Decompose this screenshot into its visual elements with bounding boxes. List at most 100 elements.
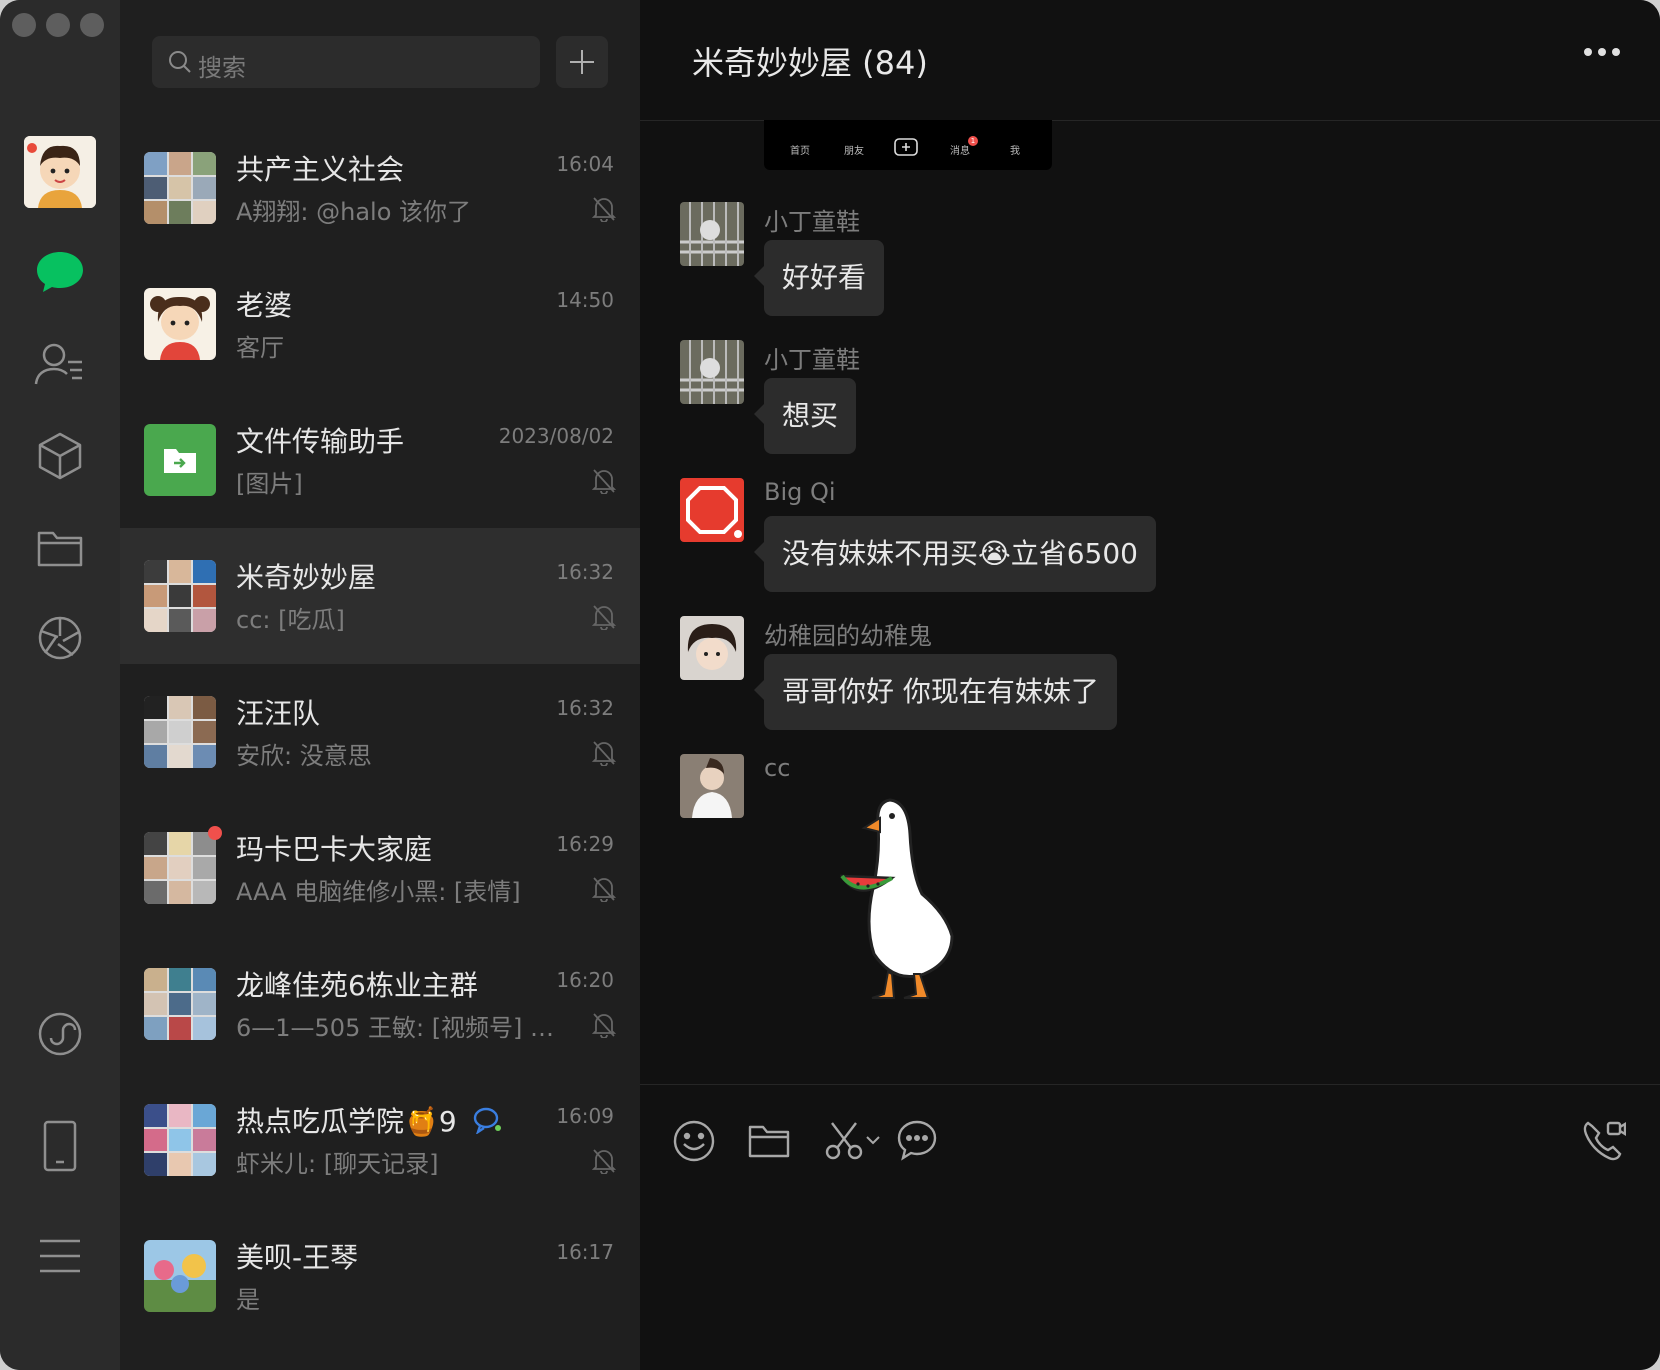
sender-name: 小丁童鞋 [764,346,860,374]
sender-avatar[interactable] [680,202,744,266]
left-rail [0,0,120,1370]
session-item[interactable]: 共产主义社会 16:04 A翔翔: @halo 该你了 [120,120,640,256]
session-list: 搜索 共产主义社会 16:04 A翔翔: @halo 该你了 老婆 14:50 … [120,0,640,1370]
search-input[interactable]: 搜索 [152,36,540,88]
message-bubble[interactable]: 哥哥你好 你现在有妹妹了 [754,654,1117,730]
unread-dot [208,826,222,840]
session-name: 热点吃瓜学院🍯9 [236,1105,457,1138]
session-preview: AAA 电脑维修小黑: [表情] [236,878,521,906]
mute-bell-icon [592,469,616,494]
mute-bell-icon [592,877,616,902]
menu-icon[interactable] [30,1226,90,1286]
sender-avatar[interactable] [680,478,744,542]
shared-screenshot-image[interactable]: 首页 朋友 消息 1 我 [764,120,1052,170]
session-time: 16:04 [556,152,614,176]
session-name: 龙峰佳苑6栋业主群 [236,969,478,1002]
contacts-icon[interactable] [30,334,90,394]
group-avatar [144,696,216,768]
mute-bell-icon [592,197,616,222]
screenshot-scissors-icon[interactable] [824,1121,864,1161]
contact-avatar [144,288,216,360]
phone-icon[interactable] [30,1116,90,1176]
sender-avatar[interactable] [680,616,744,680]
sender-avatar[interactable] [680,754,744,818]
voice-video-call-icon[interactable] [1582,1119,1626,1163]
sender-name: 幼稚园的幼稚鬼 [764,622,932,650]
session-preview: A翔翔: @halo 该你了 [236,198,472,226]
group-avatar [144,832,216,904]
session-time: 16:32 [556,560,614,584]
chat-header: 米奇妙妙屋 (84) [640,0,1660,121]
session-item[interactable]: 热点吃瓜学院🍯9 16:09 虾米儿: [聊天记录] [120,1072,640,1208]
group-avatar [144,968,216,1040]
session-preview: [图片] [236,470,303,498]
session-item[interactable]: 汪汪队 16:32 安欣: 没意思 [120,664,640,800]
message-input-area[interactable] [640,1084,1660,1370]
session-name: 老婆 [236,289,293,322]
goose-eating-watermelon-sticker[interactable] [834,794,964,1004]
sender-name: Big Qi [764,478,836,506]
send-file-icon[interactable] [748,1123,790,1159]
session-preview: 客厅 [236,334,284,362]
mute-bell-icon [592,1149,616,1174]
emoji-icon[interactable] [672,1119,716,1163]
more-options-button[interactable] [1584,48,1620,56]
chat-title: 米奇妙妙屋 (84) [692,44,928,82]
wechat-window: 搜索 共产主义社会 16:04 A翔翔: @halo 该你了 老婆 14:50 … [0,0,1660,1370]
session-preview: 虾米儿: [聊天记录] [236,1150,439,1178]
session-name: 文件传输助手 [236,425,405,458]
minimize-window-button[interactable] [46,13,70,37]
contact-avatar [144,1240,216,1312]
group-avatar [144,152,216,224]
sender-avatar[interactable] [680,340,744,404]
session-time: 16:09 [556,1104,614,1128]
files-icon[interactable] [30,518,90,578]
file-transfer-avatar [144,424,216,496]
session-time: 16:17 [556,1240,614,1264]
chat-panel: 米奇妙妙屋 (84) 首页 朋友 消息 1 我 小丁童鞋 好好看 小丁童鞋 想买 [640,0,1660,1370]
session-item[interactable]: 美呗-王琴 16:17 是 [120,1208,640,1344]
session-time: 14:50 [556,288,614,312]
search-placeholder: 搜索 [198,54,246,82]
message-bubble[interactable]: 没有妹妹不用买😭立省6500 [754,516,1156,592]
session-preview: 6—1—505 王敏: [视频号] 独… [236,1014,566,1042]
session-preview: 是 [236,1286,260,1314]
collections-icon[interactable] [30,426,90,486]
session-name: 美呗-王琴 [236,1241,359,1274]
chevron-down-icon[interactable] [866,1135,880,1145]
folder-arrow-icon [164,449,196,473]
session-item[interactable]: 龙峰佳苑6栋业主群 16:20 6—1—505 王敏: [视频号] 独… [120,936,640,1072]
search-icon [169,51,191,73]
session-time: 16:20 [556,968,614,992]
chat-history-icon[interactable] [896,1119,938,1161]
session-name: 米奇妙妙屋 [236,561,377,594]
group-avatar [144,560,216,632]
group-avatar [144,1104,216,1176]
plus-icon [570,50,594,74]
image-tab-label: 朋友 [844,146,864,157]
add-button[interactable] [556,36,608,88]
session-item[interactable]: 玛卡巴卡大家庭 16:29 AAA 电脑维修小黑: [表情] [120,800,640,936]
close-window-button[interactable] [12,13,36,37]
mute-bell-icon [592,605,616,630]
mini-programs-icon[interactable] [30,1004,90,1064]
session-time: 2023/08/02 [498,424,614,448]
image-tab-label: 我 [1010,146,1020,157]
plus-box-icon [894,138,918,156]
image-tab-label: 首页 [790,146,810,157]
message-bubble[interactable]: 好好看 [753,240,885,316]
moments-icon[interactable] [30,608,90,668]
sender-name: cc [764,754,791,782]
session-item[interactable]: 老婆 14:50 客厅 [120,256,640,392]
group-chat-badge-icon [473,1107,501,1134]
message-bubble[interactable]: 想买 [753,378,857,454]
session-item[interactable]: 文件传输助手 2023/08/02 [图片] [120,392,640,528]
my-avatar[interactable] [24,136,96,208]
session-preview: cc: [吃瓜] [236,606,345,634]
chats-icon[interactable] [30,242,90,302]
mute-bell-icon [592,741,616,766]
zoom-window-button[interactable] [80,13,104,37]
session-item-active[interactable]: 米奇妙妙屋 16:32 cc: [吃瓜] [120,528,640,664]
session-name: 汪汪队 [236,697,321,730]
session-time: 16:32 [556,696,614,720]
